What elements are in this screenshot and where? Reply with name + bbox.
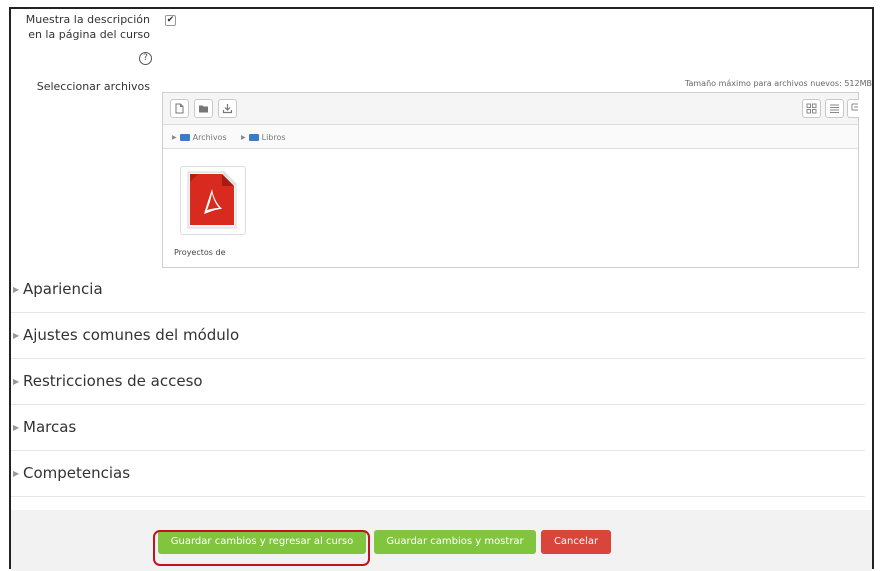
- triangle-right-icon: ▶: [241, 134, 246, 141]
- file-manager-toolbar: [163, 93, 859, 125]
- view-tree-button[interactable]: [847, 99, 859, 118]
- section-ajustes-comunes[interactable]: ▶ Ajustes comunes del módulo: [11, 313, 865, 359]
- breadcrumb-label: Archivos: [192, 133, 227, 142]
- view-list-icon: [830, 104, 839, 113]
- select-files-label: Seleccionar archivos: [36, 80, 150, 93]
- triangle-right-icon: ▶: [172, 134, 177, 141]
- section-competencias[interactable]: ▶ Competencias: [11, 451, 865, 497]
- add-file-button[interactable]: [170, 99, 189, 118]
- triangle-right-icon: ▶: [13, 285, 20, 294]
- max-file-size-text: Tamaño máximo para archivos nuevos: 512M…: [684, 79, 872, 88]
- create-folder-button[interactable]: [194, 99, 213, 118]
- section-title: Apariencia: [23, 280, 103, 298]
- question-circle-icon[interactable]: ?: [139, 52, 152, 65]
- view-icons-icon: [806, 103, 817, 114]
- file-name: Proyectos de: [174, 248, 226, 257]
- file-manager: ▶ Archivos ▶ Libros Proyectos de: [162, 92, 859, 268]
- section-marcas[interactable]: ▶ Marcas: [11, 405, 865, 451]
- view-icons-button[interactable]: [802, 99, 821, 118]
- add-file-icon: [175, 103, 184, 114]
- highlight-annotation: [153, 530, 370, 566]
- breadcrumb-item-archivos[interactable]: ▶ Archivos: [172, 133, 227, 142]
- download-icon: [222, 104, 233, 114]
- view-tree-icon: [851, 103, 858, 111]
- folder-icon: [179, 134, 190, 141]
- section-restricciones[interactable]: ▶ Restricciones de acceso: [11, 359, 865, 405]
- triangle-right-icon: ▶: [13, 469, 20, 478]
- breadcrumb-item-libros[interactable]: ▶ Libros: [241, 133, 286, 142]
- view-list-button[interactable]: [825, 99, 844, 118]
- breadcrumb: ▶ Archivos ▶ Libros: [163, 125, 858, 149]
- show-description-checkbox[interactable]: ✔: [165, 15, 176, 26]
- section-apariencia[interactable]: ▶ Apariencia: [11, 267, 865, 313]
- triangle-right-icon: ▶: [13, 331, 20, 340]
- download-button[interactable]: [218, 99, 237, 118]
- folder-icon: [248, 134, 259, 141]
- triangle-right-icon: ▶: [13, 423, 20, 432]
- section-title: Competencias: [23, 464, 131, 482]
- section-title: Marcas: [23, 418, 77, 436]
- create-folder-icon: [199, 105, 208, 113]
- form-container: Muestra la descripción en la página del …: [9, 7, 874, 571]
- file-item[interactable]: [180, 166, 246, 235]
- pdf-file-icon: [187, 171, 237, 229]
- section-title: Restricciones de acceso: [23, 372, 203, 390]
- cancel-button[interactable]: Cancelar: [541, 530, 611, 554]
- show-description-label: Muestra la descripción en la página del …: [25, 13, 150, 41]
- save-display-button[interactable]: Guardar cambios y mostrar: [374, 530, 536, 554]
- section-title: Ajustes comunes del módulo: [23, 326, 240, 344]
- triangle-right-icon: ▶: [13, 377, 20, 386]
- breadcrumb-label: Libros: [261, 133, 286, 142]
